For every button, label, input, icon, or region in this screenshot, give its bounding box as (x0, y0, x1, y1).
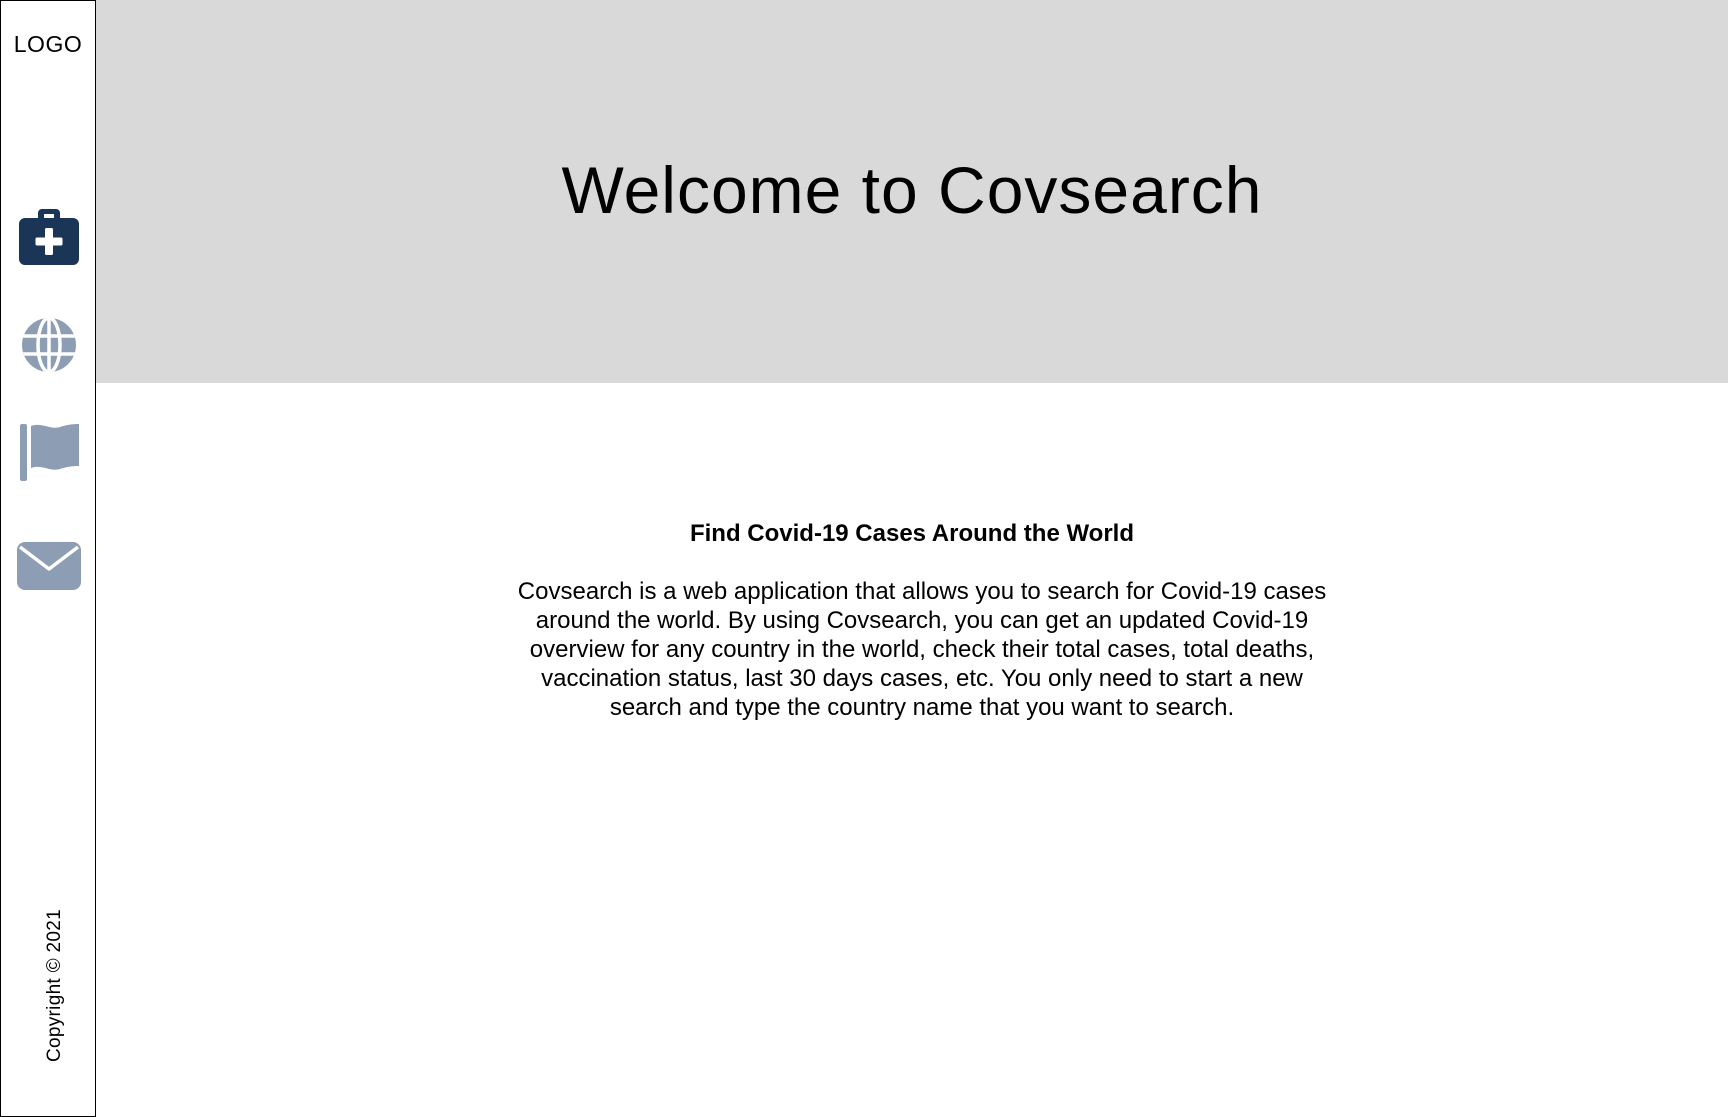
app: LOGO Copyright © 2021 Welcome to Covsear… (0, 0, 1728, 1117)
section-title: Find Covid-19 Cases Around the World (689, 520, 1135, 547)
nav-item-global[interactable] (15, 311, 83, 379)
hero-banner: Welcome to Covsearch (96, 0, 1728, 383)
nav-item-countries[interactable] (15, 418, 83, 486)
flag-icon (18, 422, 80, 482)
sidebar: LOGO Copyright © 2021 (0, 0, 96, 1117)
description-text: Covsearch is a web application that allo… (517, 578, 1327, 721)
medical-kit-icon (18, 208, 80, 266)
copyright-text: Copyright © 2021 (44, 909, 65, 1062)
logo[interactable]: LOGO (1, 31, 95, 58)
nav-item-medical[interactable] (15, 203, 83, 271)
nav-item-contact[interactable] (15, 532, 83, 600)
page-title: Welcome to Covsearch (561, 153, 1263, 227)
envelope-icon (16, 541, 82, 591)
globe-icon (20, 316, 78, 374)
